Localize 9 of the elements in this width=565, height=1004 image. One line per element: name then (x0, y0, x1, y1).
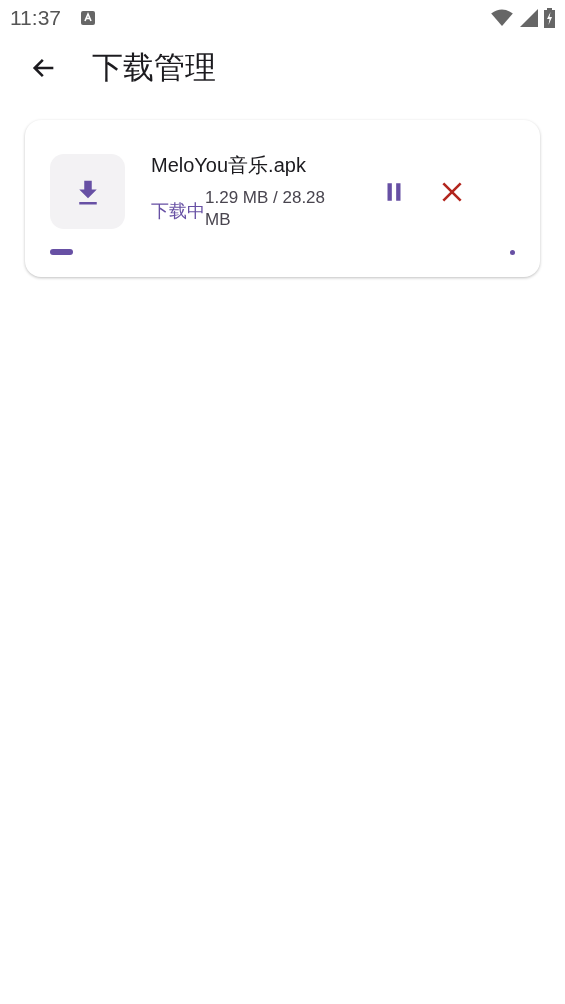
page-title: 下载管理 (92, 48, 216, 87)
battery-icon (544, 8, 555, 28)
keyboard-notification-icon (81, 11, 95, 25)
signal-icon (520, 9, 538, 27)
wifi-icon (490, 9, 514, 27)
download-status: 下载中 (151, 199, 205, 223)
status-time: 11:37 (10, 6, 61, 30)
file-name: MeloYou音乐.apk (151, 153, 307, 178)
download-size: 1.29 MB / 28.28 MB (205, 187, 327, 231)
